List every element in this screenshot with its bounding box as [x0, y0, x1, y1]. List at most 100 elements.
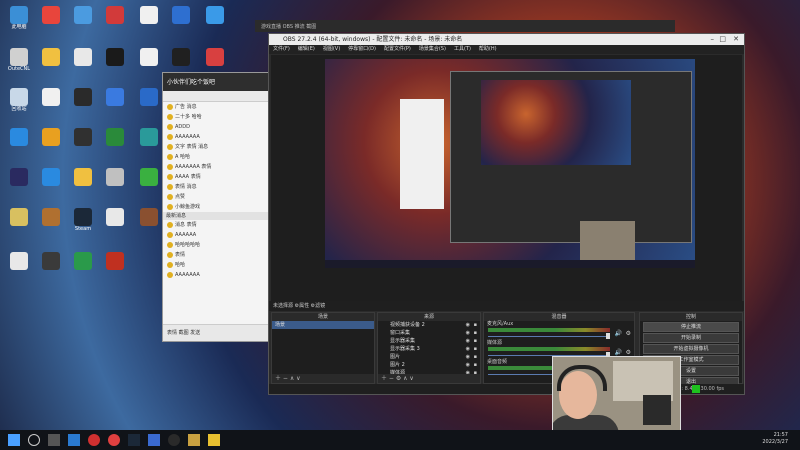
obs-icon[interactable] — [168, 434, 180, 446]
chat-message[interactable]: AAAAAAA — [163, 270, 273, 280]
desktop-icon[interactable] — [134, 48, 164, 66]
maximize-icon[interactable]: □ — [719, 34, 726, 45]
desktop-icon[interactable] — [100, 208, 130, 226]
desktop-icon[interactable] — [4, 252, 34, 270]
menu-item[interactable]: 工具(T) — [454, 46, 471, 52]
desktop-icon[interactable] — [36, 128, 66, 146]
visibility-icon[interactable]: ◉ — [466, 361, 470, 369]
desktop-icon[interactable] — [36, 6, 66, 24]
desktop-icon[interactable] — [68, 128, 98, 146]
desktop-icon[interactable] — [134, 168, 164, 186]
scene-item[interactable]: 场景 — [272, 321, 374, 329]
scenes-controls[interactable]: ＋ − ∧ ∨ — [272, 374, 374, 383]
desktop-icon[interactable] — [100, 252, 130, 270]
system-tray[interactable]: 21:57 2022/3/27 — [762, 432, 788, 446]
chat-message[interactable]: 小鲸鱼游戏 — [163, 202, 273, 212]
desktop-icon[interactable] — [100, 6, 130, 24]
desktop-icon[interactable] — [68, 252, 98, 270]
qq-footer-icons[interactable]: 表情 截图 发送 — [163, 330, 200, 336]
chat-message[interactable]: AAAAAA — [163, 230, 273, 240]
scenes-list[interactable]: 场景 — [272, 321, 374, 329]
visibility-icon[interactable]: ◉ — [466, 345, 470, 353]
desktop-icon[interactable] — [100, 88, 130, 106]
desktop-icon[interactable] — [134, 6, 164, 24]
close-icon[interactable]: ✕ — [733, 34, 739, 45]
chat-message[interactable]: 表情 — [163, 250, 273, 260]
desktop-icon[interactable] — [68, 88, 98, 106]
menu-item[interactable]: 帮助(H) — [479, 46, 497, 52]
desktop-icon[interactable] — [200, 6, 230, 24]
lock-icon[interactable]: ▪ — [474, 329, 477, 337]
chat-message[interactable]: A 哈哈 — [163, 152, 273, 162]
qq-icon[interactable] — [208, 434, 220, 446]
desktop-icon[interactable] — [100, 128, 130, 146]
sources-controls[interactable]: ＋ − ⚙ ∧ ∨ — [378, 374, 480, 383]
control-button[interactable]: 开始虚拟摄像机 — [643, 344, 739, 354]
desktop-icon[interactable]: 回收站 — [4, 88, 34, 112]
lock-icon[interactable]: ▪ — [474, 361, 477, 369]
chat-message[interactable]: ADDD — [163, 122, 273, 132]
lock-icon[interactable]: ▪ — [474, 321, 477, 329]
minimize-icon[interactable]: – — [711, 34, 715, 45]
desktop-icon[interactable] — [36, 208, 66, 226]
chat-message[interactable]: 哈哈 — [163, 260, 273, 270]
start-icon[interactable] — [8, 434, 20, 446]
chat-message[interactable]: 消息 表情 — [163, 220, 273, 230]
chat-message[interactable]: 表情 消息 — [163, 182, 273, 192]
control-button[interactable]: 停止推流 — [643, 322, 739, 332]
chat-message[interactable]: 文字 表情 消息 — [163, 142, 273, 152]
desktop-icon[interactable] — [36, 168, 66, 186]
desktop-icon[interactable] — [166, 48, 196, 66]
speaker-icon[interactable]: 🔊 — [615, 330, 622, 337]
scenes-dock[interactable]: 场景 场景 ＋ − ∧ ∨ — [271, 312, 375, 384]
chat-message[interactable]: AAAA 表情 — [163, 172, 273, 182]
desktop-icon[interactable] — [68, 168, 98, 186]
volume-fader[interactable] — [488, 336, 610, 337]
desktop-icon[interactable] — [200, 48, 230, 66]
menu-item[interactable]: 文件(F) — [273, 46, 290, 52]
menu-item[interactable]: 配置文件(P) — [384, 46, 411, 52]
obs-preview[interactable] — [271, 55, 742, 301]
menu-item[interactable]: 停靠窗口(D) — [348, 46, 376, 52]
source-item[interactable]: 窗口采集 ◉ ▪ — [378, 329, 480, 337]
source-item[interactable]: 视频捕获设备 2 ◉ ▪ — [378, 321, 480, 329]
lock-icon[interactable]: ▪ — [474, 345, 477, 353]
desktop-icon[interactable] — [36, 48, 66, 66]
menu-item[interactable]: 编辑(E) — [298, 46, 315, 52]
desktop-icon[interactable]: OuteCNL — [4, 48, 34, 72]
desktop-icon[interactable] — [4, 128, 34, 146]
preview-canvas[interactable] — [325, 59, 695, 268]
chat-message[interactable]: 广告 消息 — [163, 102, 273, 112]
qq-footer[interactable]: 表情 截图 发送 — [163, 324, 273, 341]
desktop-icon[interactable] — [134, 88, 164, 106]
qq-toolbar[interactable] — [163, 91, 273, 102]
desktop-icon[interactable] — [134, 128, 164, 146]
chat-app-icon[interactable] — [188, 434, 200, 446]
search-icon[interactable] — [28, 434, 40, 446]
source-item[interactable]: 显示器采集 3 ◉ ▪ — [378, 345, 480, 353]
chat-message[interactable]: 点赞 — [163, 192, 273, 202]
speaker-icon[interactable]: 🔊 — [615, 349, 622, 356]
control-button[interactable]: 开始录制 — [643, 333, 739, 343]
chat-message[interactable]: AAAAAAA — [163, 132, 273, 142]
gear-icon[interactable]: ⚙ — [626, 330, 631, 337]
netease-icon[interactable] — [108, 434, 120, 446]
desktop-icon[interactable] — [100, 168, 130, 186]
menu-item[interactable]: 场景集合(S) — [419, 46, 446, 52]
app-icon[interactable] — [148, 434, 160, 446]
fader-handle[interactable] — [606, 333, 610, 339]
qq-chat-window[interactable]: 小伙伴们吃个饭吧 广告 消息 二十多 哈哈 ADDD AAAAAAA 文字 表情 消息 A… — [162, 72, 274, 342]
menu-item[interactable]: 视图(V) — [323, 46, 340, 52]
lock-icon[interactable]: ▪ — [474, 337, 477, 345]
qq-message-list[interactable]: 广告 消息 二十多 哈哈 ADDD AAAAAAA 文字 表情 消息 A 哈哈 AAAAAA… — [163, 102, 273, 280]
chat-message[interactable]: 二十多 哈哈 — [163, 112, 273, 122]
visibility-icon[interactable]: ◉ — [466, 321, 470, 329]
mixer-channel[interactable]: 麦克风/Aux 🔊 ⚙ — [484, 321, 634, 340]
desktop-icon[interactable] — [100, 48, 130, 66]
visibility-icon[interactable]: ◉ — [466, 353, 470, 361]
lock-icon[interactable]: ▪ — [474, 353, 477, 361]
gear-icon[interactable]: ⚙ — [626, 349, 631, 356]
source-item[interactable]: 图片 2 ◉ ▪ — [378, 361, 480, 369]
desktop-icon[interactable] — [36, 252, 66, 270]
desktop-icon[interactable]: Steam — [68, 208, 98, 232]
